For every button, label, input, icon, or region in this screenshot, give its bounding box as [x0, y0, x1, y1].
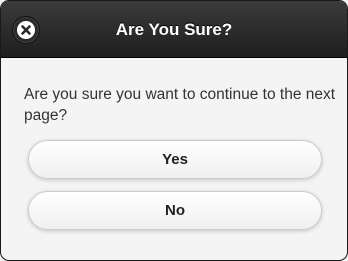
dialog-header: Are You Sure? — [1, 1, 347, 58]
close-button[interactable] — [12, 16, 40, 44]
confirm-dialog: Are You Sure? Are you sure you want to c… — [0, 0, 348, 261]
no-button[interactable]: No — [28, 191, 322, 230]
yes-button[interactable]: Yes — [28, 140, 322, 179]
dialog-title: Are You Sure? — [115, 20, 233, 39]
dialog-message: Are you sure you want to continue to the… — [24, 86, 336, 124]
close-icon — [17, 21, 35, 39]
